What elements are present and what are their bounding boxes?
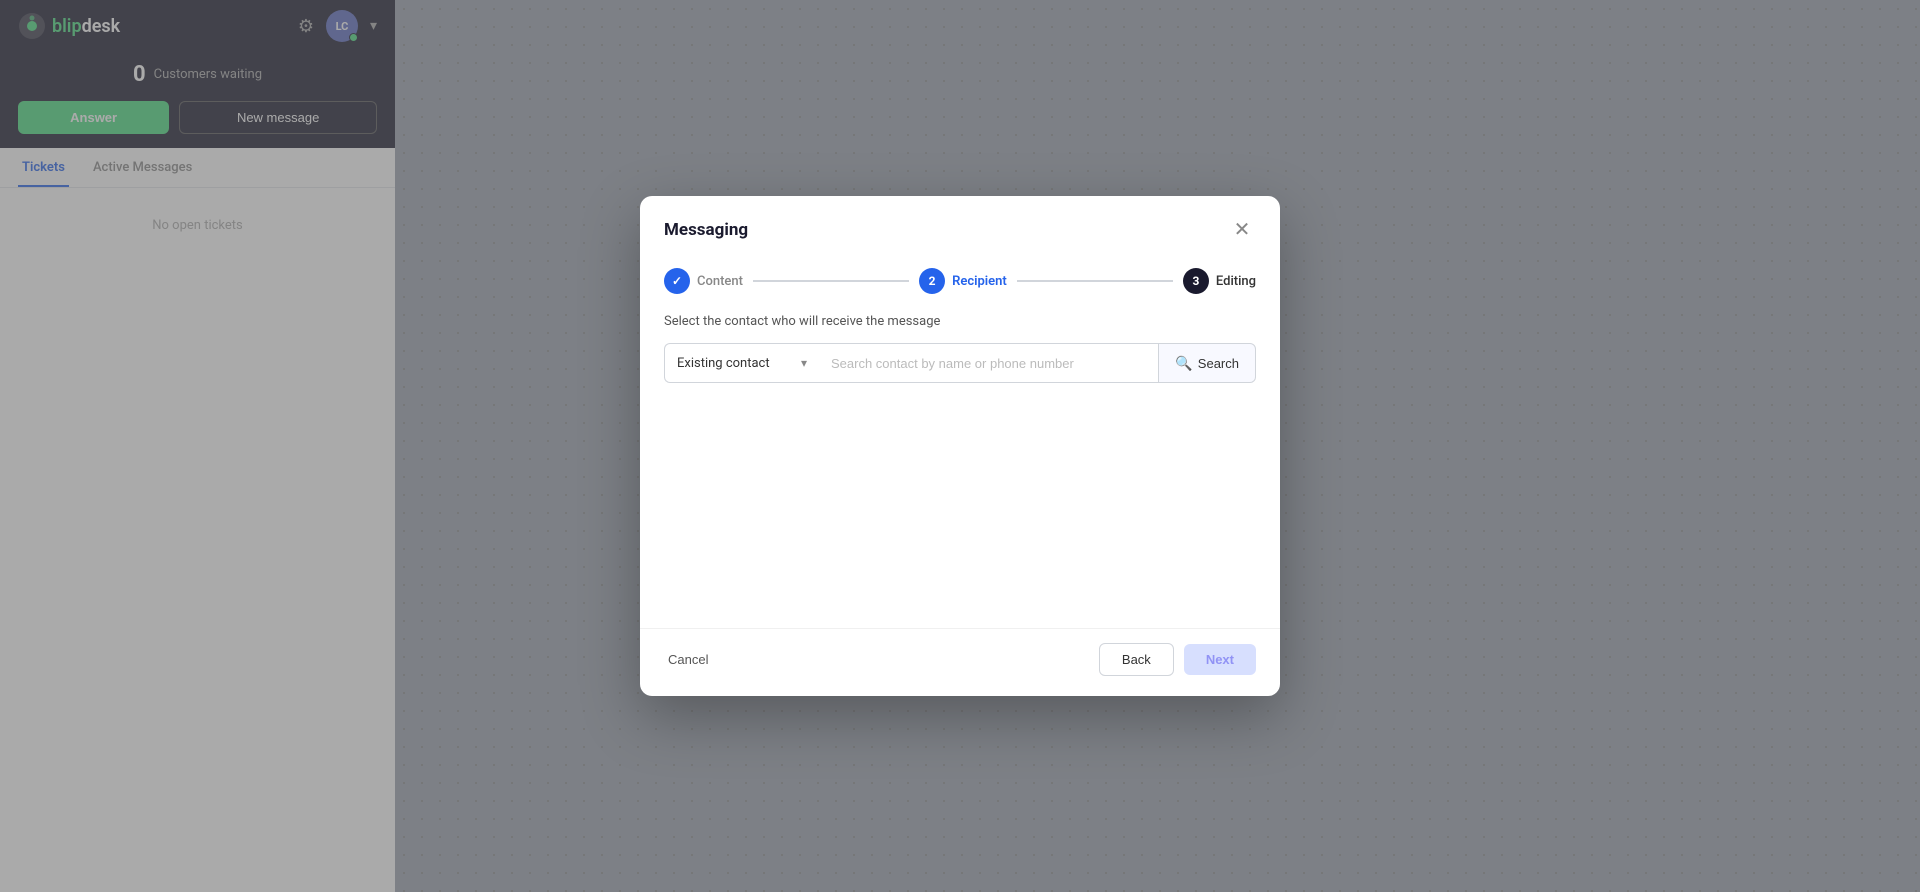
step-editing: 3 Editing <box>1183 268 1256 294</box>
step-recipient-label: Recipient <box>952 274 1007 289</box>
search-icon: 🔍 <box>1175 355 1192 372</box>
step-content-label: Content <box>697 274 743 289</box>
modal-overlay: Messaging ✕ ✓ Content 2 Recipient 3 Edit… <box>0 0 1920 892</box>
step-editing-circle: 3 <box>1183 268 1209 294</box>
messaging-modal: Messaging ✕ ✓ Content 2 Recipient 3 Edit… <box>640 196 1280 696</box>
contact-type-label: Existing contact <box>677 356 770 371</box>
modal-title: Messaging <box>664 220 748 240</box>
search-row: Existing contact ▾ 🔍 Search <box>664 343 1256 383</box>
cancel-button[interactable]: Cancel <box>664 644 712 675</box>
stepper: ✓ Content 2 Recipient 3 Editing <box>640 260 1280 310</box>
next-button[interactable]: Next <box>1184 644 1256 675</box>
footer-right-buttons: Back Next <box>1099 643 1256 676</box>
search-button-label: Search <box>1198 356 1239 371</box>
step-recipient-circle: 2 <box>919 268 945 294</box>
step-line-1 <box>753 280 909 282</box>
dropdown-chevron-icon: ▾ <box>801 356 807 370</box>
step-content-circle: ✓ <box>664 268 690 294</box>
close-button[interactable]: ✕ <box>1228 216 1256 244</box>
back-button[interactable]: Back <box>1099 643 1174 676</box>
search-contact-input[interactable] <box>819 343 1158 383</box>
modal-footer: Cancel Back Next <box>640 628 1280 696</box>
search-button[interactable]: 🔍 Search <box>1158 343 1256 383</box>
step-editing-label: Editing <box>1216 274 1256 289</box>
recipient-description: Select the contact who will receive the … <box>664 314 1256 329</box>
modal-header: Messaging ✕ <box>640 196 1280 260</box>
step-recipient: 2 Recipient <box>919 268 1007 294</box>
step-content: ✓ Content <box>664 268 743 294</box>
step-line-2 <box>1017 280 1173 282</box>
contact-type-dropdown[interactable]: Existing contact ▾ <box>664 343 819 383</box>
modal-body: Select the contact who will receive the … <box>640 310 1280 628</box>
